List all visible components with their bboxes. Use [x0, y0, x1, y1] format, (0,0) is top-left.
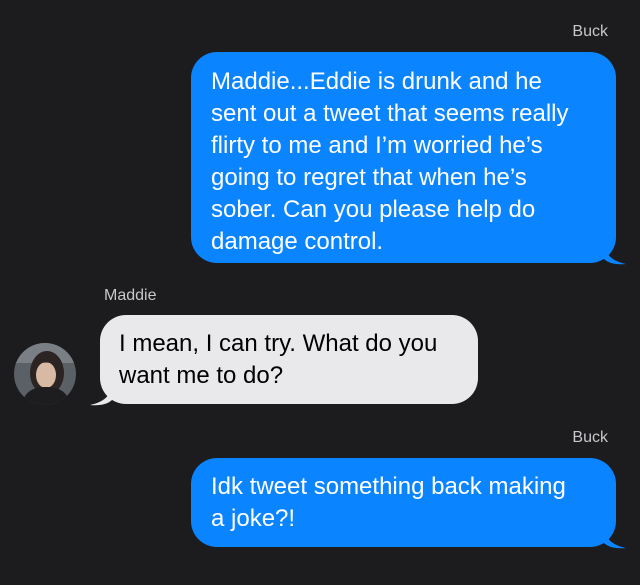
message-thread: Buck Maddie...Eddie is drunk and he sent…: [0, 0, 640, 585]
outgoing-message-bubble[interactable]: Maddie...Eddie is drunk and he sent out …: [191, 52, 616, 263]
incoming-message-bubble[interactable]: I mean, I can try. What do you want me t…: [100, 315, 478, 404]
bubble-tail-icon: [604, 245, 626, 265]
sender-name: Maddie: [104, 287, 157, 304]
contact-photo-icon: [14, 343, 76, 405]
bubble-tail-icon: [90, 386, 112, 406]
avatar[interactable]: [14, 343, 76, 405]
bubble-tail-icon: [604, 529, 626, 549]
outgoing-message-bubble[interactable]: Idk tweet something back making a joke?!: [191, 458, 616, 547]
sender-name: Buck: [572, 429, 608, 446]
sender-name: Buck: [572, 23, 608, 40]
